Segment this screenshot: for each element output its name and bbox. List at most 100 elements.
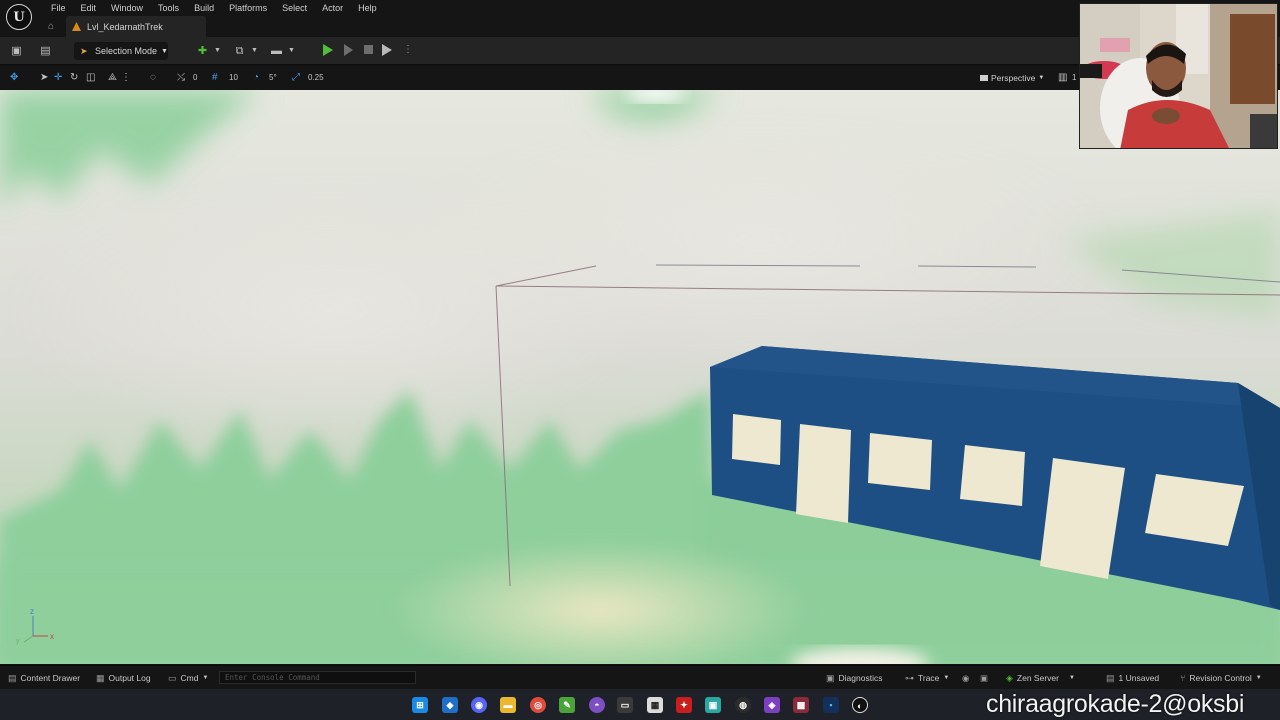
scale-tool-icon[interactable]: ◫ — [86, 72, 95, 84]
surface-snap-icon[interactable]: ⟁ — [108, 72, 117, 84]
grid-snap-value[interactable]: 10 — [229, 73, 238, 82]
upi-id-overlay: chiraagrokade-2@oksbi — [986, 690, 1245, 718]
menu-actor[interactable]: Actor — [315, 2, 351, 14]
viewport-scene: z x y — [0, 90, 1280, 664]
photoshop-icon[interactable]: ▪ — [823, 697, 839, 713]
chevron-down-icon[interactable]: ▼ — [248, 45, 261, 57]
move-tool-icon[interactable]: ✛ — [54, 72, 62, 84]
folder-icon: ▤ — [8, 672, 17, 683]
chrome-icon[interactable]: ◎ — [530, 697, 546, 713]
record-icon[interactable]: ◉ — [962, 672, 969, 684]
selection-mode-dropdown[interactable]: ➤ Selection Mode ▼ — [74, 42, 168, 60]
windows-start-icon[interactable]: ⊞ — [412, 697, 428, 713]
cinematics-icon[interactable]: ▬ — [270, 45, 283, 57]
menu-file[interactable]: File — [44, 2, 74, 14]
diagnostics-button[interactable]: ▣ Diagnostics — [826, 672, 882, 684]
diagnostics-icon: ▣ — [826, 672, 835, 683]
more-options-icon[interactable]: ⋮ — [121, 72, 131, 84]
chevron-down-icon: ▼ — [1068, 675, 1075, 681]
vpn-icon[interactable]: ◆ — [442, 697, 458, 713]
unreal-logo[interactable]: U — [6, 4, 32, 30]
scale-snap-value[interactable]: 0.25 — [308, 73, 324, 82]
webcam-overlay — [1079, 3, 1278, 149]
three-d-icon[interactable]: ▣ — [705, 697, 721, 713]
chevron-down-icon: ▼ — [161, 47, 168, 55]
grid-snap-icon[interactable]: # — [212, 72, 218, 84]
level-tab-label: Lvl_KedarnathTrek — [87, 21, 163, 32]
calculator-icon[interactable]: ▦ — [647, 697, 663, 713]
select-tool-icon[interactable]: ➤ — [40, 72, 48, 84]
play-button[interactable] — [323, 44, 333, 56]
stop-button[interactable] — [364, 45, 373, 54]
revision-control-dropdown[interactable]: ⑂ Revision Control ▼ — [1180, 672, 1262, 684]
menu-platforms[interactable]: Platforms — [222, 2, 275, 14]
content-drawer-button[interactable]: ▤ Content Drawer — [8, 672, 80, 684]
chevron-down-icon: ▼ — [943, 675, 950, 681]
world-local-icon[interactable]: ◌ — [150, 72, 156, 84]
diagnostics-label: Diagnostics — [838, 673, 883, 683]
chevron-down-icon[interactable]: ▼ — [211, 45, 224, 57]
menu-tools[interactable]: Tools — [151, 2, 187, 14]
play-options-button[interactable] — [382, 44, 392, 56]
console-command-input[interactable]: Enter Console Command — [219, 671, 416, 684]
rotation-snap-value[interactable]: 0 — [193, 73, 197, 82]
selection-mode-label: Selection Mode — [95, 46, 158, 56]
zen-server-dropdown[interactable]: ◈ Zen Server ▼ — [1006, 672, 1075, 684]
transform-tools-icon[interactable]: ✥ — [10, 72, 18, 84]
viewport-layout-icon[interactable]: ▥ — [1058, 72, 1067, 84]
level-viewport[interactable]: z x y — [0, 90, 1280, 664]
chevron-down-icon: ▼ — [1038, 75, 1045, 81]
cmd-dropdown[interactable]: ▭ Cmd ▼ — [168, 672, 208, 684]
home-icon[interactable]: ⌂ — [48, 21, 59, 32]
perspective-dropdown[interactable]: Perspective ▼ — [980, 71, 1044, 85]
scale-snap-icon[interactable]: ⤢ — [292, 72, 300, 84]
trace-dropdown[interactable]: ⊶ Trace ▼ — [905, 672, 949, 684]
unsaved-icon: ▤ — [1106, 672, 1115, 683]
revision-control-label: Revision Control — [1189, 673, 1252, 683]
output-log-button[interactable]: ▦ Output Log — [96, 672, 151, 684]
svg-text:y: y — [16, 638, 20, 645]
add-actor-icon[interactable]: ✚ — [196, 45, 209, 57]
menu-edit[interactable]: Edit — [74, 2, 105, 14]
cmd-label: Cmd — [180, 673, 199, 683]
angle-snap-icon[interactable]: ◔ — [253, 72, 259, 84]
perspective-label: Perspective — [991, 73, 1036, 83]
notepad-icon[interactable]: ✎ — [559, 697, 575, 713]
more-options-icon[interactable]: ⋮ — [403, 44, 413, 56]
status-bar: ▤ Content Drawer ▦ Output Log ▭ Cmd ▼ En… — [0, 665, 1280, 689]
advance-frame-button[interactable] — [344, 44, 353, 56]
trace-icon: ⊶ — [905, 672, 914, 683]
chevron-down-icon: ▼ — [1255, 675, 1262, 681]
menu-select[interactable]: Select — [275, 2, 315, 14]
rider-icon[interactable]: ▩ — [793, 697, 809, 713]
app-icon[interactable]: ✦ — [676, 697, 692, 713]
blueprint-icon[interactable]: ⧉ — [233, 45, 246, 57]
trace-label: Trace — [918, 673, 940, 683]
log-icon: ▦ — [96, 672, 105, 683]
cursor-icon: ➤ — [80, 46, 88, 56]
content-drawer-label: Content Drawer — [20, 673, 81, 683]
angle-snap-value[interactable]: 5° — [269, 73, 277, 82]
terminal-icon[interactable]: ▭ — [617, 697, 633, 713]
file-explorer-icon[interactable]: ▬ — [500, 697, 516, 713]
menu-build[interactable]: Build — [187, 2, 222, 14]
discord-icon[interactable]: ◉ — [471, 697, 487, 713]
menu-window[interactable]: Window — [104, 2, 151, 14]
visual-studio-icon[interactable]: ◈ — [764, 697, 780, 713]
unreal-engine-icon[interactable]: ◐ — [852, 697, 868, 713]
rotation-snap-icon[interactable]: ⤯ — [177, 72, 185, 84]
obs-icon[interactable]: ◍ — [735, 697, 751, 713]
chevron-down-icon: ▼ — [202, 675, 209, 681]
output-log-label: Output Log — [108, 673, 151, 683]
level-tab[interactable]: Lvl_KedarnathTrek — [66, 16, 206, 37]
github-icon[interactable]: ◓ — [589, 697, 605, 713]
unreal-editor-window: File Edit Window Tools Build Platforms S… — [0, 0, 1280, 720]
rotate-tool-icon[interactable]: ↻ — [70, 72, 78, 84]
chevron-down-icon[interactable]: ▼ — [285, 45, 298, 57]
unsaved-button[interactable]: ▤ 1 Unsaved — [1106, 672, 1159, 684]
main-menu: File Edit Window Tools Build Platforms S… — [44, 2, 385, 14]
screenshot-icon[interactable]: ▣ — [980, 672, 988, 684]
save-icon[interactable]: ▣ — [10, 45, 23, 57]
menu-help[interactable]: Help — [351, 2, 385, 14]
content-browser-icon[interactable]: ▤ — [39, 45, 52, 57]
